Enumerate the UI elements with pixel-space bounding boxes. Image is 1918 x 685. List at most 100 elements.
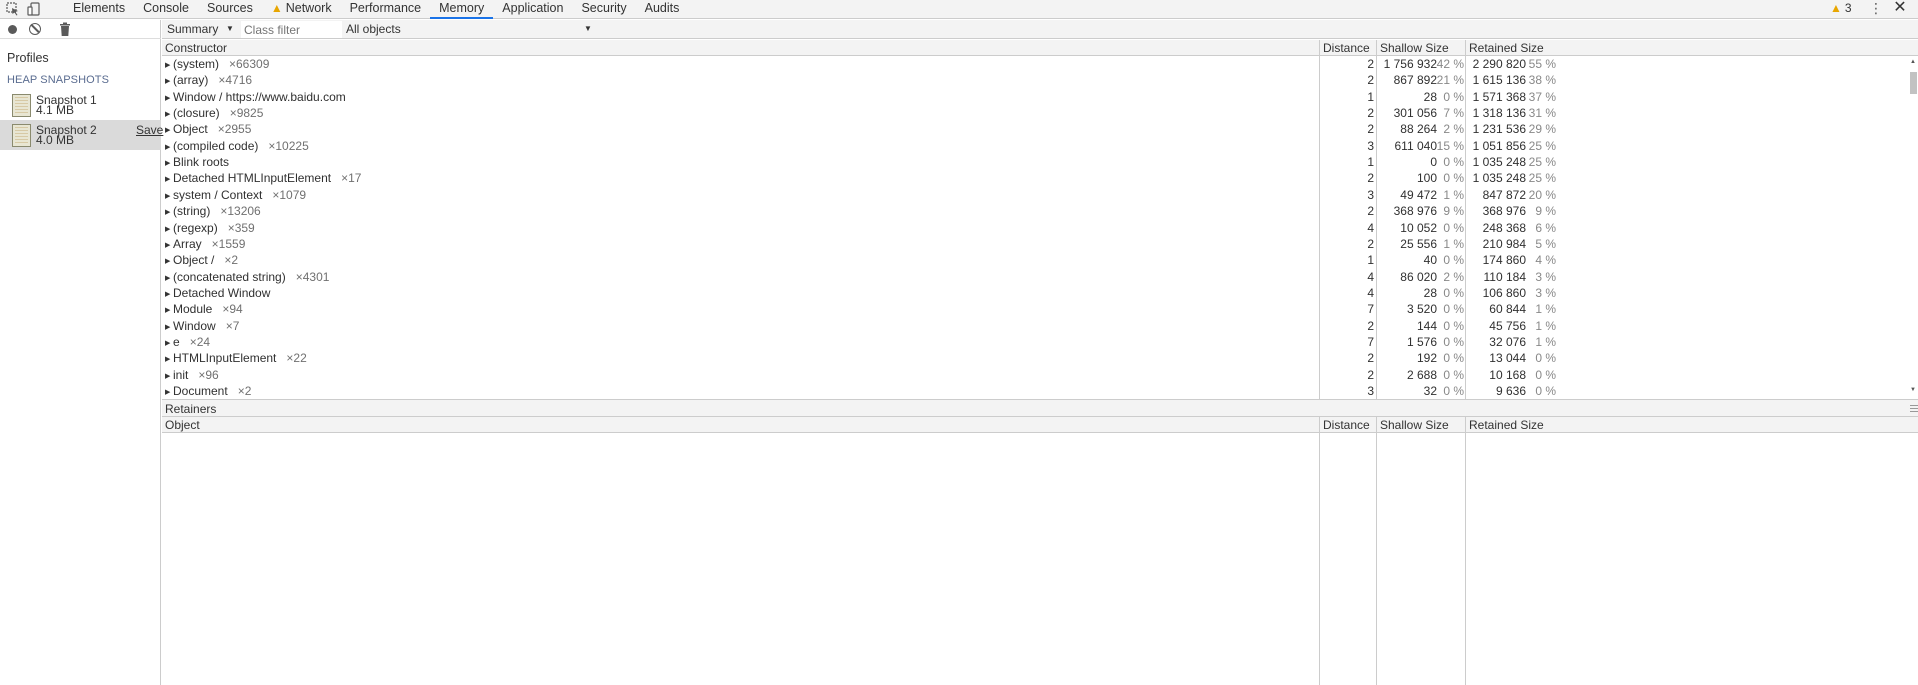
expand-triangle-icon[interactable]: ▶ xyxy=(165,61,173,69)
table-row[interactable]: ▶ Detached HTMLInputElement ×17 2 100 0 % 1 03… xyxy=(162,171,1918,187)
column-shallow-size[interactable]: Shallow Size xyxy=(1380,418,1449,432)
expand-triangle-icon[interactable]: ▶ xyxy=(165,388,173,396)
shallow-percent-cell: 21 % xyxy=(1436,73,1464,88)
table-row[interactable]: ▶ (array) ×4716 2 867 892 21 % 1 615 136 38 % xyxy=(162,73,1918,89)
expand-triangle-icon[interactable]: ▶ xyxy=(165,192,173,200)
inspect-icon[interactable] xyxy=(4,0,22,18)
expand-triangle-icon[interactable]: ▶ xyxy=(165,355,173,363)
scrollbar-thumb[interactable] xyxy=(1910,72,1917,94)
table-row[interactable]: ▶ Object ×2955 2 88 264 2 % 1 231 536 29 % xyxy=(162,122,1918,138)
snapshot-item-2[interactable]: Snapshot 2 4.0 MB Save xyxy=(0,120,163,150)
tab-elements[interactable]: Elements xyxy=(64,0,134,19)
instance-count: ×96 xyxy=(198,367,219,382)
table-row[interactable]: ▶ Detached Window 4 28 0 % 106 860 3 % xyxy=(162,286,1918,302)
expand-triangle-icon[interactable]: ▶ xyxy=(165,257,173,265)
expand-triangle-icon[interactable]: ▶ xyxy=(165,225,173,233)
table-row[interactable]: ▶ (concatenated string) ×4301 4 86 020 2 % 110… xyxy=(162,270,1918,286)
retained-size-cell: 110 184 xyxy=(1483,269,1527,284)
chevron-down-icon[interactable]: ▼ xyxy=(584,24,592,33)
column-distance[interactable]: Distance xyxy=(1323,418,1370,432)
snapshot-icon xyxy=(12,94,31,117)
table-row[interactable]: ▶ (string) ×13206 2 368 976 9 % 368 976 9 % xyxy=(162,204,1918,220)
column-retained-size[interactable]: Retained Size xyxy=(1469,418,1544,432)
warnings-counter[interactable]: ▲ 3 xyxy=(1830,0,1852,18)
column-shallow-size[interactable]: Shallow Size xyxy=(1380,41,1449,55)
expand-triangle-icon[interactable]: ▶ xyxy=(165,143,173,151)
table-row[interactable]: ▶ Window ×7 2 144 0 % 45 756 1 % xyxy=(162,319,1918,335)
table-row[interactable]: ▶ (closure) ×9825 2 301 056 7 % 1 318 136 31 % xyxy=(162,106,1918,122)
expand-triangle-icon[interactable]: ▶ xyxy=(165,323,173,331)
column-distance[interactable]: Distance xyxy=(1323,41,1370,55)
record-icon[interactable] xyxy=(8,25,17,34)
distance-cell: 4 xyxy=(1367,285,1374,300)
table-row[interactable]: ▶ (compiled code) ×10225 3 611 040 15 % 1 051 … xyxy=(162,139,1918,155)
tab-sources[interactable]: Sources xyxy=(198,0,262,19)
trash-icon[interactable] xyxy=(58,22,72,37)
table-row[interactable]: ▶ Window / https://www.baidu.com 1 28 0 % 1 5… xyxy=(162,90,1918,106)
warning-icon: ▲ xyxy=(1830,1,1842,15)
scroll-down-icon[interactable]: ▼ xyxy=(1910,387,1916,393)
constructor-name: (concatenated string) xyxy=(173,269,286,284)
tab-console[interactable]: Console xyxy=(134,0,198,19)
class-filter-input[interactable] xyxy=(241,21,342,38)
expand-triangle-icon[interactable]: ▶ xyxy=(165,306,173,314)
objects-select[interactable]: All objects xyxy=(346,22,401,36)
shallow-percent-cell: 0 % xyxy=(1443,155,1464,170)
expand-triangle-icon[interactable]: ▶ xyxy=(165,110,173,118)
scroll-up-icon[interactable]: ▲ xyxy=(1910,59,1916,65)
instance-count: ×1079 xyxy=(272,187,307,202)
constructor-cell: ▶ e ×24 xyxy=(165,335,210,349)
table-row[interactable]: ▶ init ×96 2 2 688 0 % 10 168 0 % xyxy=(162,368,1918,384)
retained-size-cell: 248 368 xyxy=(1482,220,1526,235)
device-toolbar-icon[interactable] xyxy=(25,0,43,18)
tab-network[interactable]: ▲ Network xyxy=(262,0,341,19)
more-menu-icon[interactable]: ⋮ xyxy=(1869,0,1883,18)
table-row[interactable]: ▶ (regexp) ×359 4 10 052 0 % 248 368 6 % xyxy=(162,221,1918,237)
expand-triangle-icon[interactable]: ▶ xyxy=(165,208,173,216)
table-row[interactable]: ▶ (system) ×66309 2 1 756 932 42 % 2 290 820 55… xyxy=(162,57,1918,73)
chevron-down-icon[interactable]: ▼ xyxy=(226,24,234,33)
tab-memory[interactable]: Memory xyxy=(430,0,494,19)
constructor-name: e xyxy=(173,334,180,349)
column-object[interactable]: Object xyxy=(165,418,200,432)
expand-triangle-icon[interactable]: ▶ xyxy=(165,290,173,298)
expand-triangle-icon[interactable]: ▶ xyxy=(165,159,173,167)
resize-grip-icon[interactable] xyxy=(1910,403,1918,412)
tab-security[interactable]: Security xyxy=(572,0,635,19)
expand-triangle-icon[interactable]: ▶ xyxy=(165,126,173,134)
table-scrollbar[interactable]: ▲ ▼ xyxy=(1909,57,1918,399)
table-row[interactable]: ▶ Blink roots 1 0 0 % 1 035 248 25 % xyxy=(162,155,1918,171)
close-icon[interactable]: ✕ xyxy=(1891,0,1909,18)
expand-triangle-icon[interactable]: ▶ xyxy=(165,175,173,183)
constructor-cell: ▶ (system) ×66309 xyxy=(165,57,269,71)
expand-triangle-icon[interactable]: ▶ xyxy=(165,77,173,85)
snapshot-item-1[interactable]: Snapshot 1 4.1 MB xyxy=(0,90,161,120)
table-row[interactable]: ▶ Document ×2 3 32 0 % 9 636 0 % xyxy=(162,384,1918,399)
expand-triangle-icon[interactable]: ▶ xyxy=(165,274,173,282)
column-constructor[interactable]: Constructor xyxy=(165,41,227,55)
table-row[interactable]: ▶ Array ×1559 2 25 556 1 % 210 984 5 % xyxy=(162,237,1918,253)
expand-triangle-icon[interactable]: ▶ xyxy=(165,241,173,249)
column-retained-size[interactable]: Retained Size xyxy=(1469,41,1544,55)
expand-triangle-icon[interactable]: ▶ xyxy=(165,94,173,102)
table-row[interactable]: ▶ system / Context ×1079 3 49 472 1 % 847 872 2… xyxy=(162,188,1918,204)
expand-triangle-icon[interactable]: ▶ xyxy=(165,372,173,380)
view-select[interactable]: Summary xyxy=(167,22,218,36)
expand-triangle-icon[interactable]: ▶ xyxy=(165,339,173,347)
shallow-size-cell: 28 xyxy=(1423,285,1437,300)
table-row[interactable]: ▶ Object / ×2 1 40 0 % 174 860 4 % xyxy=(162,253,1918,269)
tab-audits[interactable]: Audits xyxy=(636,0,689,19)
instance-count: ×2 xyxy=(237,384,252,398)
table-row[interactable]: ▶ Module ×94 7 3 520 0 % 60 844 1 % xyxy=(162,302,1918,318)
retained-size-cell: 1 051 856 xyxy=(1472,138,1526,153)
tab-application[interactable]: Application xyxy=(493,0,572,19)
constructor-cell: ▶ HTMLInputElement ×22 xyxy=(165,351,307,365)
table-row[interactable]: ▶ e ×24 7 1 576 0 % 32 076 1 % xyxy=(162,335,1918,351)
save-snapshot-link[interactable]: Save xyxy=(136,123,163,137)
clear-icon[interactable] xyxy=(29,23,41,35)
distance-cell: 2 xyxy=(1367,367,1374,382)
distance-cell: 2 xyxy=(1367,122,1374,137)
tab-performance[interactable]: Performance xyxy=(341,0,431,19)
table-row[interactable]: ▶ HTMLInputElement ×22 2 192 0 % 13 044 0 % xyxy=(162,351,1918,367)
shallow-size-cell: 1 756 932 xyxy=(1383,57,1437,71)
